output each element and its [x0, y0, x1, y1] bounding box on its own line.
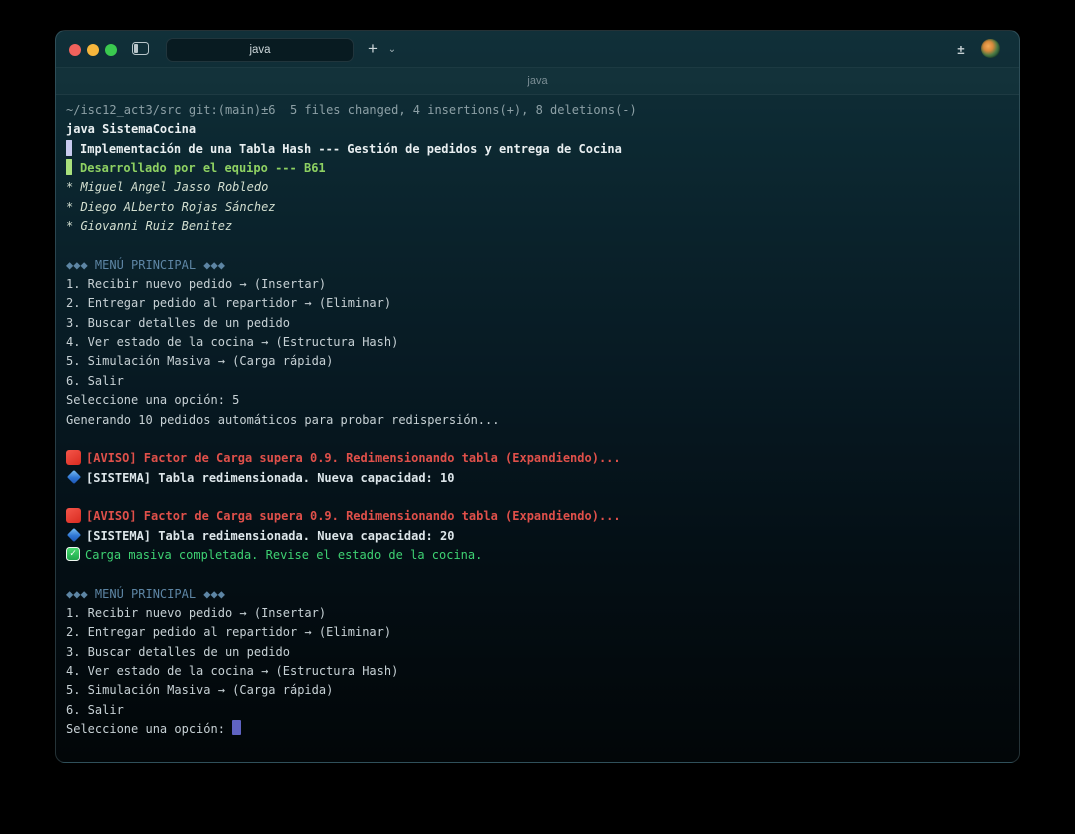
- line-text: 5. Simulación Masiva → (Carga rápida): [66, 683, 333, 697]
- terminal-cursor[interactable]: [232, 720, 241, 735]
- zoom-button[interactable]: [105, 44, 117, 56]
- banner-bar: [66, 159, 72, 175]
- line-text: 3. Buscar detalles de un pedido: [66, 316, 290, 330]
- terminal-line-blank: [66, 488, 1009, 507]
- terminal-line-menu-item: 3. Buscar detalles de un pedido: [66, 643, 1009, 662]
- terminal-line-prompt: ~/isc12_act3/src git:(main)±6 5 files ch…: [66, 101, 1009, 120]
- terminal-line-menu-item: 6. Salir: [66, 372, 1009, 391]
- red-square-emoji: [66, 450, 81, 465]
- terminal-output[interactable]: ~/isc12_act3/src git:(main)±6 5 files ch…: [56, 95, 1019, 762]
- sidebar-toggle-icon[interactable]: [132, 42, 149, 55]
- line-text: ◆◆◆ MENÚ PRINCIPAL ◆◆◆: [66, 258, 225, 272]
- terminal-line-blank: [66, 236, 1009, 255]
- traffic-lights: [69, 44, 117, 56]
- line-text: * Miguel Angel Jasso Robledo: [66, 180, 268, 194]
- blue-diamond-emoji: [66, 527, 81, 542]
- avatar[interactable]: [981, 39, 1000, 58]
- terminal-line-menu-item: 5. Simulación Masiva → (Carga rápida): [66, 352, 1009, 371]
- new-tab-button[interactable]: +: [362, 37, 384, 61]
- line-text: Seleccione una opción:: [66, 722, 232, 736]
- line-text: ◆◆◆ MENÚ PRINCIPAL ◆◆◆: [66, 587, 225, 601]
- terminal-line-plain: Seleccione una opción: 5: [66, 391, 1009, 410]
- line-text: [AVISO] Factor de Carga supera 0.9. Redi…: [86, 451, 621, 465]
- line-text: 4. Ver estado de la cocina → (Estructura…: [66, 664, 398, 678]
- block-header: java: [56, 67, 1019, 95]
- tab-title: java: [249, 44, 270, 56]
- line-text: [SISTEMA] Tabla redimensionada. Nueva ca…: [86, 529, 454, 543]
- terminal-line-banner: Implementación de una Tabla Hash --- Ges…: [66, 140, 1009, 159]
- terminal-line-warning: [AVISO] Factor de Carga supera 0.9. Redi…: [66, 507, 1009, 526]
- line-text: Generando 10 pedidos automáticos para pr…: [66, 413, 499, 427]
- terminal-line-menu-header: ◆◆◆ MENÚ PRINCIPAL ◆◆◆: [66, 585, 1009, 604]
- line-text: 6. Salir: [66, 703, 124, 717]
- terminal-line-warning: [AVISO] Factor de Carga supera 0.9. Redi…: [66, 449, 1009, 468]
- line-text: 2. Entregar pedido al repartidor → (Elim…: [66, 625, 391, 639]
- line-text: * Giovanni Ruiz Benitez: [66, 219, 232, 233]
- check-emoji: [66, 547, 80, 561]
- minimize-button[interactable]: [87, 44, 99, 56]
- line-text: 2. Entregar pedido al repartidor → (Elim…: [66, 296, 391, 310]
- line-text: 1. Recibir nuevo pedido → (Insertar): [66, 277, 326, 291]
- line-text: Desarrollado por el equipo --- B61: [80, 161, 326, 175]
- title-bar: java + ⌄ ±: [56, 31, 1019, 67]
- line-text: * Diego ALberto Rojas Sánchez: [66, 200, 276, 214]
- terminal-line-blank: [66, 430, 1009, 449]
- terminal-line-menu-item: 5. Simulación Masiva → (Carga rápida): [66, 681, 1009, 700]
- plus-minus-icon[interactable]: ±: [953, 40, 969, 58]
- terminal-line-blank: [66, 565, 1009, 584]
- terminal-line-menu-item: 2. Entregar pedido al repartidor → (Elim…: [66, 294, 1009, 313]
- red-square-emoji: [66, 508, 81, 523]
- terminal-window: java + ⌄ ± java ~/isc12_act3/src git:(ma…: [55, 30, 1020, 763]
- line-text: Seleccione una opción: 5: [66, 393, 239, 407]
- tab-list-chevron-icon[interactable]: ⌄: [385, 40, 399, 58]
- line-text: 1. Recibir nuevo pedido → (Insertar): [66, 606, 326, 620]
- line-text: ~/isc12_act3/src git:(main)±6 5 files ch…: [66, 103, 637, 117]
- terminal-line-author: * Giovanni Ruiz Benitez: [66, 217, 1009, 236]
- line-text: Implementación de una Tabla Hash --- Ges…: [80, 142, 622, 156]
- line-text: 6. Salir: [66, 374, 124, 388]
- banner-bar: [66, 140, 72, 156]
- terminal-line-menu-item: 4. Ver estado de la cocina → (Estructura…: [66, 662, 1009, 681]
- terminal-line-success: Carga masiva completada. Revise el estad…: [66, 546, 1009, 565]
- line-text: 3. Buscar detalles de un pedido: [66, 645, 290, 659]
- terminal-line-author: * Miguel Angel Jasso Robledo: [66, 178, 1009, 197]
- terminal-line-command: java SistemaCocina: [66, 120, 1009, 139]
- terminal-line-author: * Diego ALberto Rojas Sánchez: [66, 198, 1009, 217]
- terminal-line-input[interactable]: Seleccione una opción:: [66, 720, 1009, 739]
- terminal-line-menu-header: ◆◆◆ MENÚ PRINCIPAL ◆◆◆: [66, 256, 1009, 275]
- tab-java[interactable]: java: [166, 38, 354, 62]
- terminal-line-plain: Generando 10 pedidos automáticos para pr…: [66, 411, 1009, 430]
- terminal-line-menu-item: 1. Recibir nuevo pedido → (Insertar): [66, 604, 1009, 623]
- terminal-line-banner: Desarrollado por el equipo --- B61: [66, 159, 1009, 178]
- line-text: Carga masiva completada. Revise el estad…: [85, 548, 482, 562]
- terminal-line-menu-item: 2. Entregar pedido al repartidor → (Elim…: [66, 623, 1009, 642]
- terminal-line-menu-item: 1. Recibir nuevo pedido → (Insertar): [66, 275, 1009, 294]
- block-header-title: java: [527, 75, 547, 87]
- terminal-line-system: [SISTEMA] Tabla redimensionada. Nueva ca…: [66, 527, 1009, 546]
- line-text: 5. Simulación Masiva → (Carga rápida): [66, 354, 333, 368]
- line-text: [AVISO] Factor de Carga supera 0.9. Redi…: [86, 509, 621, 523]
- close-button[interactable]: [69, 44, 81, 56]
- line-text: [SISTEMA] Tabla redimensionada. Nueva ca…: [86, 471, 454, 485]
- line-text: 4. Ver estado de la cocina → (Estructura…: [66, 335, 398, 349]
- terminal-line-system: [SISTEMA] Tabla redimensionada. Nueva ca…: [66, 469, 1009, 488]
- line-text: java SistemaCocina: [66, 122, 196, 136]
- blue-diamond-emoji: [66, 469, 81, 484]
- terminal-line-menu-item: 4. Ver estado de la cocina → (Estructura…: [66, 333, 1009, 352]
- terminal-line-menu-item: 6. Salir: [66, 701, 1009, 720]
- terminal-line-menu-item: 3. Buscar detalles de un pedido: [66, 314, 1009, 333]
